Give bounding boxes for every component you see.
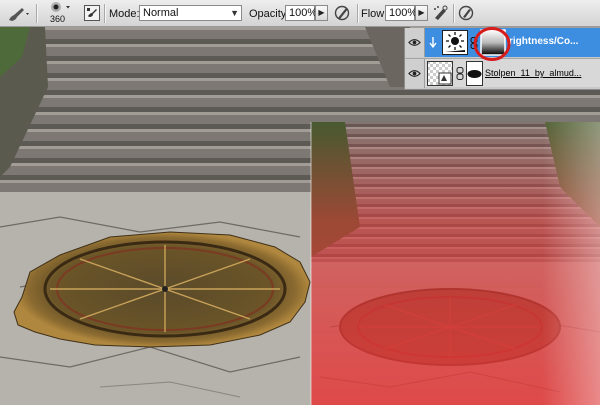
layer-thumbnail-transparent[interactable] [427,61,453,86]
clip-arrow-icon [429,37,437,49]
eye-icon [408,39,421,46]
chain-link-icon[interactable] [456,67,464,80]
tablet-pressure-opacity-icon[interactable] [334,4,352,25]
airbrush-icon[interactable] [432,4,450,25]
mask-preview-panel [310,122,600,405]
flow-slider-arrow-button[interactable]: ▶ [415,5,428,21]
chevron-down-icon: ▼ [230,8,239,18]
layer-visibility-toggle[interactable] [405,59,425,88]
separator [104,4,105,23]
layer-name: Stolpen_11_by_almud... [485,68,582,78]
mode-label: Mode: [109,8,140,20]
opacity-input[interactable]: 100% [285,5,317,21]
flow-label: Flow: [361,8,388,20]
tablet-pressure-size-icon[interactable] [458,4,476,25]
eye-icon [408,70,421,77]
brush-tool-preset-icon[interactable] [6,5,30,26]
layer-name: rightness/Co... [509,36,579,47]
brightness-contrast-adjustment-icon[interactable] [442,30,468,55]
separator [36,4,37,23]
opacity-label: Opacity: [249,8,290,20]
opacity-slider-arrow-button[interactable]: ▶ [315,5,328,21]
brush-panel-toggle-icon[interactable] [84,5,100,24]
flow-input[interactable]: 100% [385,5,417,21]
separator [357,4,358,23]
brush-size-value: 360 [50,14,66,24]
soft-brush-icon [51,2,70,12]
brush-preset-picker[interactable]: 360 [42,1,72,26]
options-bar: 360 Mode: Normal ▼ Opacity: 100% ▶ Flow:… [0,0,600,27]
annotation-highlight-circle [473,27,511,61]
layer-mask-thumbnail[interactable] [466,61,483,86]
separator [453,4,454,23]
layer-visibility-toggle[interactable] [405,28,425,57]
mode-select[interactable]: Normal ▼ [139,5,242,21]
layer-row-stolpen[interactable]: Stolpen_11_by_almud... [405,58,600,88]
mode-select-value: Normal [143,7,179,19]
